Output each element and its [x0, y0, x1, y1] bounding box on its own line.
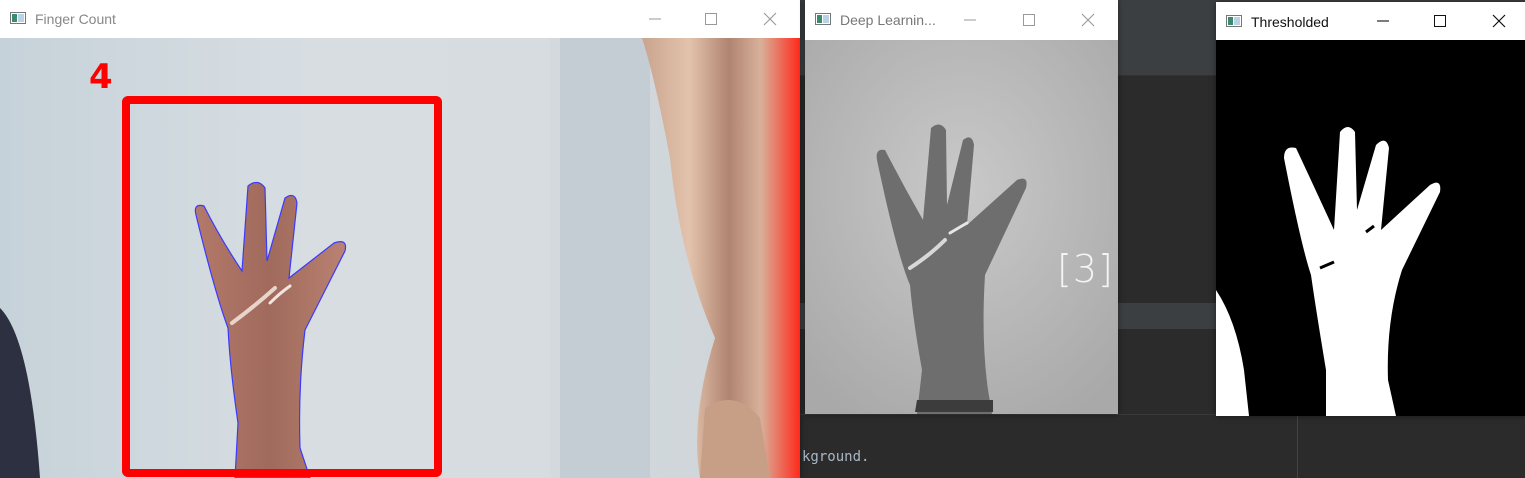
finger-count-window[interactable]: Finger Count 4	[0, 0, 800, 478]
window-title: Thresholded	[1251, 14, 1329, 30]
minimize-icon[interactable]	[1368, 9, 1398, 33]
thresholded-titlebar[interactable]: Thresholded	[1216, 2, 1525, 40]
threshold-feed	[1216, 40, 1525, 416]
thresholded-window[interactable]: Thresholded	[1216, 2, 1525, 416]
maximize-icon[interactable]	[1014, 8, 1044, 32]
ide-panel-divider	[1297, 414, 1298, 478]
close-icon[interactable]	[1484, 9, 1514, 33]
window-title: Deep Learnin...	[840, 12, 936, 28]
deep-learning-titlebar[interactable]: Deep Learnin...	[805, 0, 1118, 40]
prediction-label: [3]	[1057, 247, 1114, 291]
maximize-icon[interactable]	[696, 7, 726, 31]
window-app-icon	[10, 12, 26, 24]
camera-frame	[0, 38, 800, 478]
deep-learning-window[interactable]: Deep Learnin... [3]	[805, 0, 1118, 414]
maximize-icon[interactable]	[1425, 9, 1455, 33]
window-app-icon	[1226, 15, 1242, 27]
finger-count-titlebar[interactable]: Finger Count	[0, 0, 800, 38]
close-icon[interactable]	[755, 7, 785, 31]
minimize-icon[interactable]	[640, 7, 670, 31]
camera-feed: 4	[0, 38, 800, 478]
window-title: Finger Count	[35, 11, 116, 27]
console-output-text: kground.	[802, 449, 870, 465]
grayscale-feed: [3]	[805, 40, 1118, 414]
grayscale-frame	[805, 40, 1118, 414]
threshold-frame	[1216, 40, 1525, 416]
minimize-icon[interactable]	[955, 8, 985, 32]
finger-count-label: 4	[89, 57, 113, 97]
close-icon[interactable]	[1073, 8, 1103, 32]
window-app-icon	[815, 13, 831, 25]
